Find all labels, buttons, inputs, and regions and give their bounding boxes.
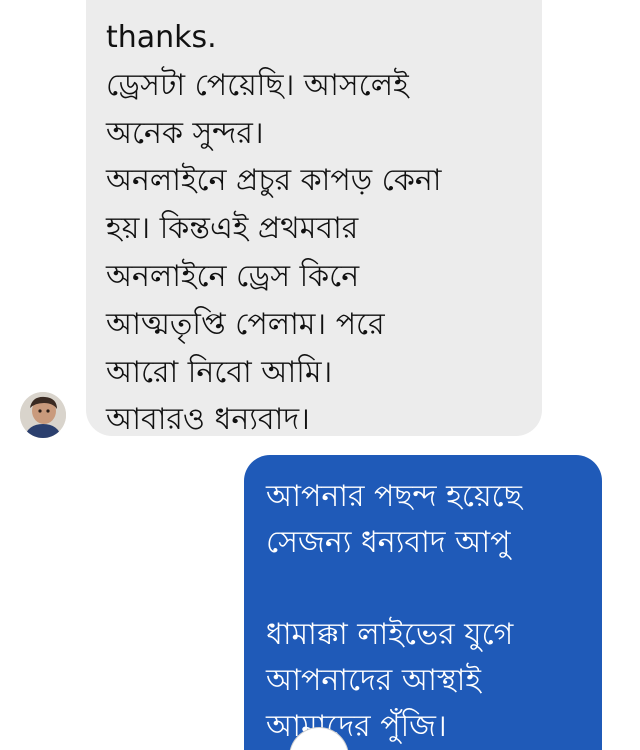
sender-avatar[interactable]: [20, 392, 66, 438]
incoming-message-bubble[interactable]: thanks. ড্রেসটা পেয়েছি। আসলেই অনেক সুন্…: [86, 0, 542, 437]
message-line: হয়। কিন্তএই প্রথমবার: [106, 211, 359, 247]
avatar-photo-icon: [20, 392, 66, 438]
message-line: অনলাইনে প্রচুর কাপড় কেনা: [106, 163, 442, 199]
message-line: ধামাক্কা লাইভের যুগে: [266, 617, 514, 652]
message-line: সেজন্য ধন্যবাদ আপু: [266, 525, 511, 560]
message-line: অনেক সুন্দর।: [106, 115, 264, 151]
outgoing-message-bubble[interactable]: আপনার পছন্দ হয়েছে সেজন্য ধন্যবাদ আপু ধা…: [244, 455, 602, 750]
message-line: thanks.: [106, 20, 217, 55]
chat-thread: thanks. ড্রেসটা পেয়েছি। আসলেই অনেক সুন্…: [0, 0, 640, 750]
message-line: অনলাইনে ড্রেস কিনে: [106, 258, 360, 294]
message-line: আপনার পছন্দ হয়েছে: [266, 479, 522, 514]
message-line: আরো নিবো আমি।: [106, 354, 333, 390]
message-line: ড্রেসটা পেয়েছি। আসলেই: [106, 67, 409, 103]
message-line: আত্মতৃপ্তি পেলাম। পরে: [106, 306, 385, 342]
message-line: আবারও ধন্যবাদ।: [106, 402, 310, 438]
message-line: আপনাদের আস্থাই: [266, 663, 481, 698]
